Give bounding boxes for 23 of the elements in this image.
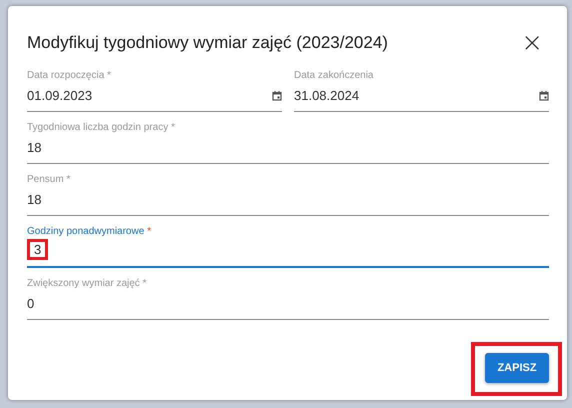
field-label: Pensum *	[27, 174, 72, 185]
field-label: Tygodniowa liczba godzin pracy *	[27, 122, 176, 133]
dialog-title: Modyfikuj tygodniowy wymiar zajęć (2023/2024)	[27, 32, 388, 52]
field-value: 18	[27, 191, 42, 209]
field-value: 0	[27, 295, 34, 313]
text-field[interactable]: Zwiększony wymiar zajęć * 0	[27, 276, 549, 320]
text-field[interactable]: Tygodniowa liczba godzin pracy * 18	[27, 120, 549, 164]
field-label: Godziny ponadwymiarowe *	[27, 226, 152, 237]
field-value: 18	[27, 139, 42, 157]
close-button[interactable]: ×	[515, 30, 549, 56]
calendar-icon[interactable]	[272, 90, 282, 100]
field-label: Data rozpoczęcia *	[27, 70, 112, 81]
calendar-icon[interactable]	[539, 90, 549, 100]
date-field[interactable]: Data rozpoczęcia * 01.09.2023	[27, 68, 282, 112]
field-value: 31.08.2024	[294, 87, 360, 105]
date-field[interactable]: Data zakończenia 31.08.2024	[294, 68, 549, 112]
text-field[interactable]: Godziny ponadwymiarowe * 3	[27, 224, 549, 268]
field-value: 01.09.2023	[27, 87, 92, 105]
field-label: Zwiększony wymiar zajęć *	[27, 278, 148, 289]
text-field[interactable]: Pensum * 18	[27, 172, 549, 216]
field-label: Data zakończenia	[294, 70, 374, 81]
field-value: 3	[27, 239, 48, 260]
save-button[interactable]: ZAPISZ	[485, 353, 549, 383]
